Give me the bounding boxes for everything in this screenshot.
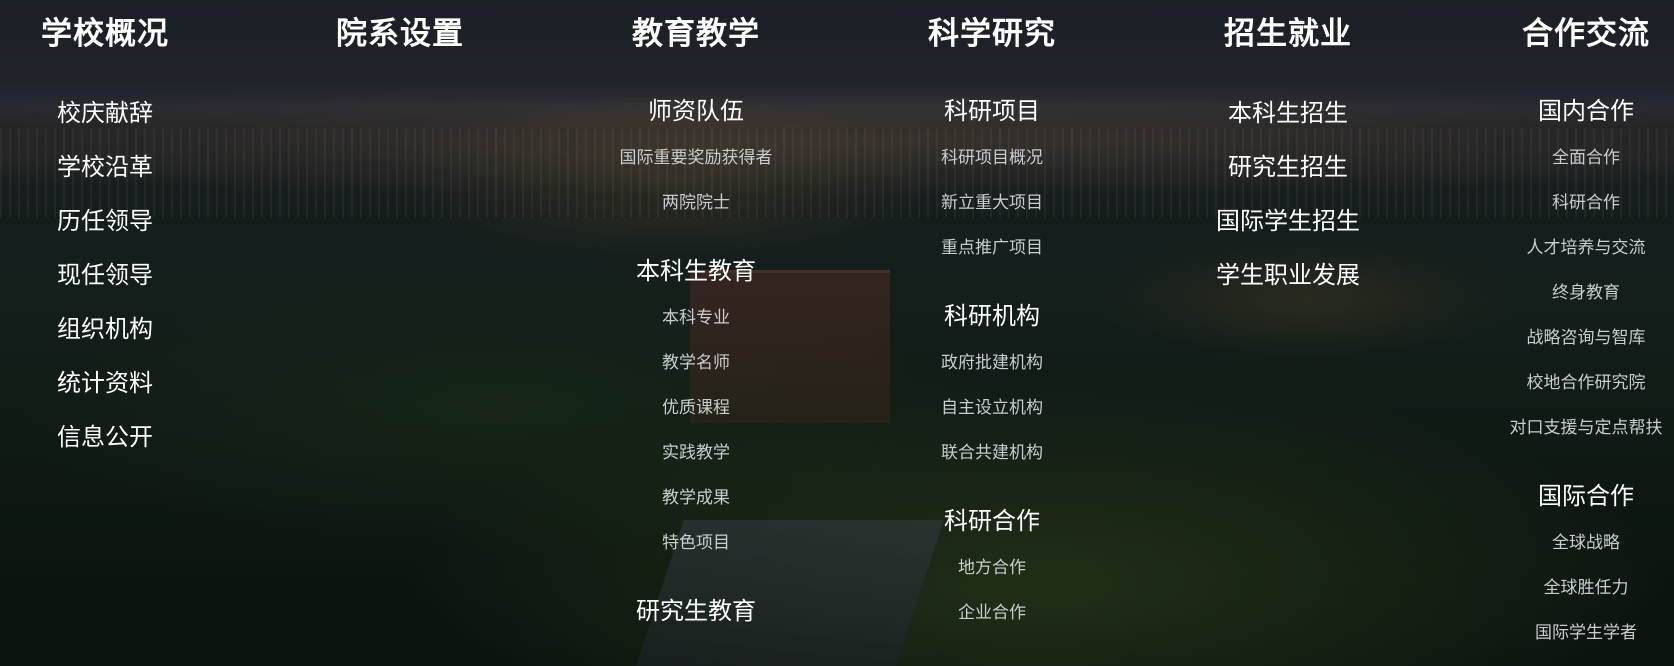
group-title[interactable]: 国际合作 [1535, 471, 1637, 521]
menu-column-departments: 院系设置 [290, 0, 510, 56]
sub-link[interactable]: 实践教学 [636, 431, 756, 476]
menu-group-faculty: 师资队伍 国际重要奖励获得者 两院院士 [620, 86, 773, 226]
menu-link[interactable]: 国际学生招生 [1216, 194, 1360, 248]
cooperation-groups: 国内合作 全面合作 科研合作 人才培养与交流 终身教育 战略咨询与智库 校地合作… [1510, 86, 1663, 656]
research-groups: 科研项目 科研项目概况 新立重大项目 重点推广项目 科研机构 政府批建机构 自主… [941, 86, 1043, 636]
sub-link[interactable]: 校地合作研究院 [1510, 361, 1663, 406]
column-title-admissions[interactable]: 招生就业 [1224, 12, 1352, 56]
sub-link[interactable]: 科研合作 [1510, 181, 1663, 226]
group-title[interactable]: 研究生教育 [636, 586, 756, 636]
sub-link[interactable]: 两院院士 [620, 181, 773, 226]
sub-link[interactable]: 科研项目概况 [941, 136, 1043, 181]
menu-column-research: 科学研究 科研项目 科研项目概况 新立重大项目 重点推广项目 科研机构 政府批建… [882, 0, 1102, 636]
sub-link[interactable]: 人才培养与交流 [1510, 226, 1663, 271]
mega-menu: 学校概况 校庆献辞 学校沿革 历任领导 现任领导 组织机构 统计资料 信息公开 … [0, 0, 1674, 666]
sub-link[interactable]: 对口支援与定点帮扶 [1510, 406, 1663, 451]
group-title[interactable]: 科研项目 [941, 86, 1043, 136]
menu-link[interactable]: 信息公开 [57, 410, 153, 464]
group-title[interactable]: 师资队伍 [620, 86, 773, 136]
menu-column-cooperation: 合作交流 国内合作 全面合作 科研合作 人才培养与交流 终身教育 战略咨询与智库… [1476, 0, 1674, 656]
menu-link[interactable]: 研究生招生 [1228, 140, 1348, 194]
menu-link[interactable]: 组织机构 [57, 302, 153, 356]
menu-group-international: 国际合作 全球战略 全球胜任力 国际学生学者 [1535, 471, 1637, 656]
about-links: 校庆献辞 学校沿革 历任领导 现任领导 组织机构 统计资料 信息公开 [57, 86, 153, 464]
column-title-departments[interactable]: 院系设置 [336, 12, 464, 56]
sub-link[interactable]: 终身教育 [1510, 271, 1663, 316]
menu-group-undergrad: 本科生教育 本科专业 教学名师 优质课程 实践教学 教学成果 特色项目 [636, 246, 756, 566]
sub-link[interactable]: 企业合作 [944, 591, 1040, 636]
group-title[interactable]: 科研合作 [944, 496, 1040, 546]
menu-link[interactable]: 历任领导 [57, 194, 153, 248]
menu-group-research-cooperation: 科研合作 地方合作 企业合作 [944, 496, 1040, 636]
column-title-cooperation[interactable]: 合作交流 [1522, 12, 1650, 56]
sub-link[interactable]: 优质课程 [636, 386, 756, 431]
sub-link[interactable]: 政府批建机构 [941, 341, 1043, 386]
menu-link[interactable]: 本科生招生 [1228, 86, 1348, 140]
group-title[interactable]: 国内合作 [1510, 86, 1663, 136]
menu-group-projects: 科研项目 科研项目概况 新立重大项目 重点推广项目 [941, 86, 1043, 271]
education-groups: 师资队伍 国际重要奖励获得者 两院院士 本科生教育 本科专业 教学名师 优质课程… [620, 86, 773, 636]
menu-group-institutes: 科研机构 政府批建机构 自主设立机构 联合共建机构 [941, 291, 1043, 476]
sub-link[interactable]: 教学名师 [636, 341, 756, 386]
menu-columns: 学校概况 校庆献辞 学校沿革 历任领导 现任领导 组织机构 统计资料 信息公开 … [0, 0, 1674, 666]
menu-column-admissions: 招生就业 本科生招生 研究生招生 国际学生招生 学生职业发展 [1178, 0, 1398, 302]
column-title-education[interactable]: 教育教学 [632, 12, 760, 56]
menu-group-graduate: 研究生教育 [636, 586, 756, 636]
menu-link[interactable]: 校庆献辞 [57, 86, 153, 140]
sub-link[interactable]: 特色项目 [636, 521, 756, 566]
menu-group-domestic: 国内合作 全面合作 科研合作 人才培养与交流 终身教育 战略咨询与智库 校地合作… [1510, 86, 1663, 451]
group-title[interactable]: 科研机构 [941, 291, 1043, 341]
menu-column-about: 学校概况 校庆献辞 学校沿革 历任领导 现任领导 组织机构 统计资料 信息公开 [0, 0, 215, 464]
menu-column-education: 教育教学 师资队伍 国际重要奖励获得者 两院院士 本科生教育 本科专业 教学名师… [586, 0, 806, 636]
group-title[interactable]: 本科生教育 [636, 246, 756, 296]
sub-link[interactable]: 重点推广项目 [941, 226, 1043, 271]
menu-link[interactable]: 学校沿革 [57, 140, 153, 194]
sub-link[interactable]: 自主设立机构 [941, 386, 1043, 431]
menu-link[interactable]: 学生职业发展 [1216, 248, 1360, 302]
sub-link[interactable]: 新立重大项目 [941, 181, 1043, 226]
column-title-research[interactable]: 科学研究 [928, 12, 1056, 56]
sub-link[interactable]: 战略咨询与智库 [1510, 316, 1663, 361]
sub-link[interactable]: 教学成果 [636, 476, 756, 521]
sub-link[interactable]: 全球胜任力 [1535, 566, 1637, 611]
sub-link[interactable]: 国际学生学者 [1535, 611, 1637, 656]
sub-link[interactable]: 全面合作 [1510, 136, 1663, 181]
sub-link[interactable]: 国际重要奖励获得者 [620, 136, 773, 181]
column-title-about[interactable]: 学校概况 [41, 12, 169, 56]
sub-link[interactable]: 本科专业 [636, 296, 756, 341]
admissions-links: 本科生招生 研究生招生 国际学生招生 学生职业发展 [1216, 86, 1360, 302]
sub-link[interactable]: 全球战略 [1535, 521, 1637, 566]
menu-link[interactable]: 统计资料 [57, 356, 153, 410]
sub-link[interactable]: 联合共建机构 [941, 431, 1043, 476]
menu-link[interactable]: 现任领导 [57, 248, 153, 302]
sub-link[interactable]: 地方合作 [944, 546, 1040, 591]
